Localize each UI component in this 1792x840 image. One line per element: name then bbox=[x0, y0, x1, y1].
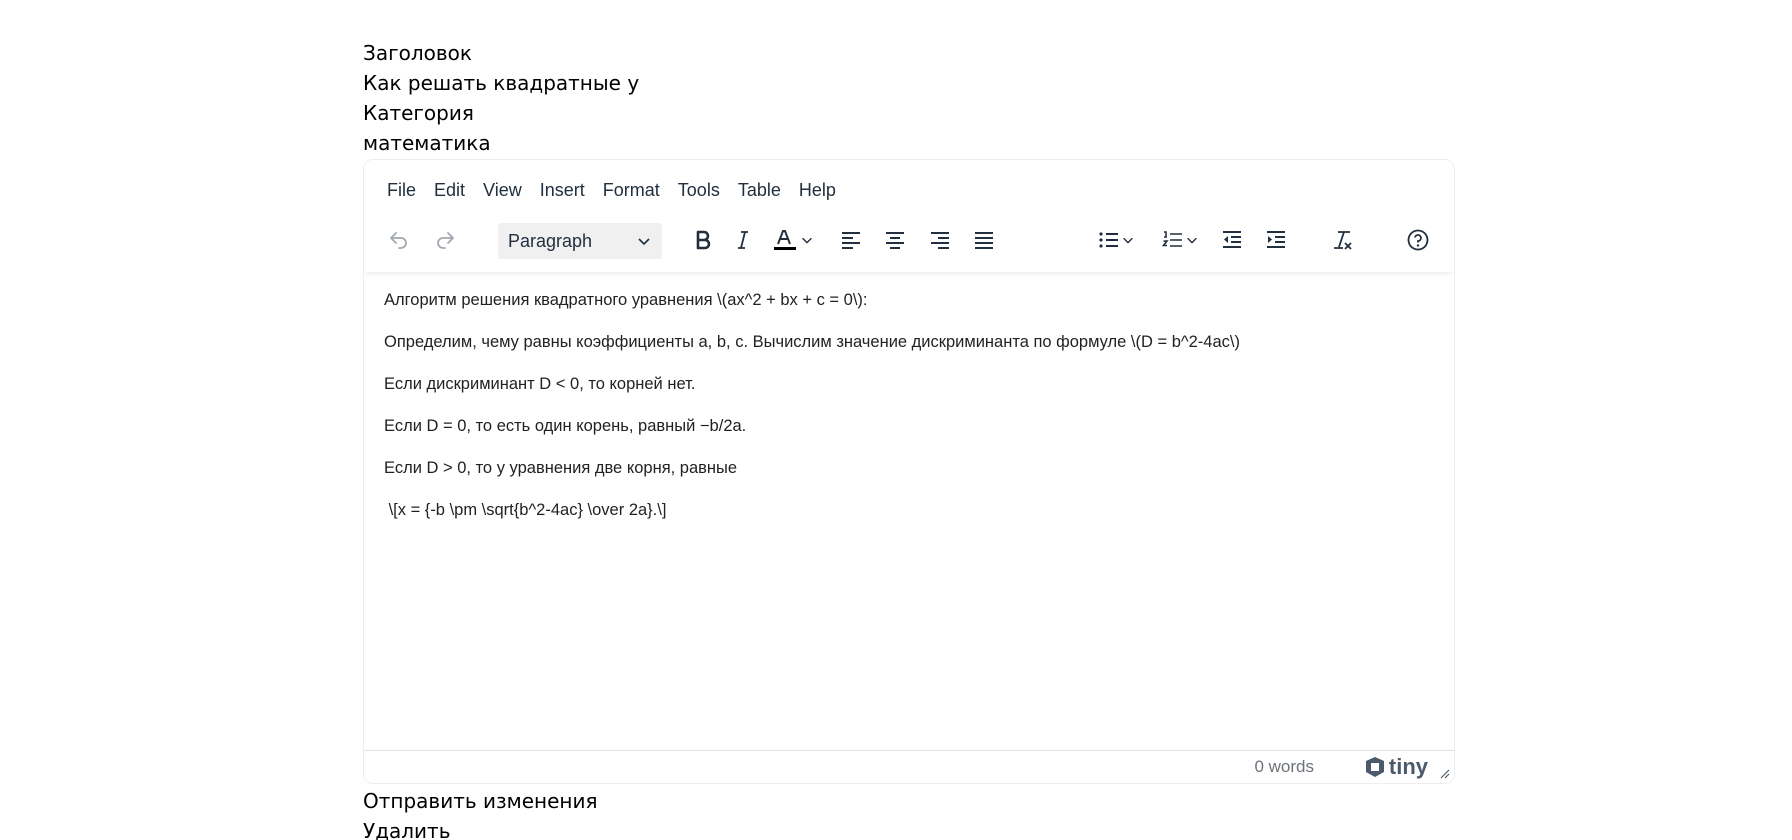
bold-button[interactable] bbox=[686, 223, 720, 257]
outdent-icon bbox=[1223, 231, 1241, 248]
title-label: Заголовок bbox=[363, 41, 472, 65]
form-actions: Отправить изменения Удалить bbox=[363, 786, 598, 840]
numbered-list-icon bbox=[1161, 231, 1182, 247]
indent-button[interactable] bbox=[1259, 223, 1293, 257]
chevron-down-icon bbox=[802, 237, 812, 244]
menubar: File Edit View Insert Format Tools Table… bbox=[364, 160, 1454, 213]
align-justify-icon bbox=[975, 232, 993, 249]
menu-format[interactable]: Format bbox=[595, 178, 668, 213]
italic-button[interactable] bbox=[726, 223, 760, 257]
category-label: Категория bbox=[363, 101, 474, 125]
align-center-icon bbox=[886, 232, 904, 249]
menu-edit[interactable]: Edit bbox=[426, 178, 473, 213]
help-icon bbox=[1407, 229, 1429, 251]
word-count[interactable]: 0 words bbox=[1254, 757, 1314, 777]
chevron-down-icon bbox=[1123, 237, 1133, 244]
align-center-button[interactable] bbox=[878, 223, 912, 257]
paragraph-5: Если D > 0, то у уравнения две корня, ра… bbox=[384, 459, 738, 477]
bullet-list-icon bbox=[1099, 232, 1118, 248]
status-bar: 0 words tiny bbox=[364, 750, 1454, 783]
menu-insert[interactable]: Insert bbox=[532, 178, 593, 213]
help-button[interactable] bbox=[1401, 223, 1435, 257]
paragraph-4: Если D = 0, то есть один корень, равный … bbox=[384, 417, 747, 435]
text-color-icon bbox=[774, 230, 796, 250]
align-right-button[interactable] bbox=[923, 223, 957, 257]
submit-changes-button[interactable]: Отправить изменения bbox=[363, 786, 598, 816]
align-right-icon bbox=[931, 232, 949, 249]
align-justify-button[interactable] bbox=[967, 223, 1001, 257]
chevron-down-icon bbox=[638, 238, 650, 246]
menu-file[interactable]: File bbox=[379, 178, 424, 213]
menu-help[interactable]: Help bbox=[791, 178, 844, 213]
title-input[interactable] bbox=[363, 68, 640, 98]
toolbar: Paragraph bbox=[364, 213, 1454, 271]
tiny-logo-icon bbox=[1365, 757, 1384, 777]
editor-content-area[interactable]: Алгоритм решения квадратного уравнения \… bbox=[364, 272, 1454, 750]
article-form: Заголовок Категория математика bbox=[363, 38, 1455, 158]
italic-icon bbox=[738, 231, 748, 249]
rich-text-editor: File Edit View Insert Format Tools Table… bbox=[363, 159, 1455, 784]
menu-view[interactable]: View bbox=[475, 178, 530, 213]
indent-icon bbox=[1267, 231, 1285, 248]
paragraph-2: Определим, чему равны коэффициенты a, b,… bbox=[384, 333, 1240, 351]
text-color-button[interactable] bbox=[767, 223, 819, 257]
delete-button[interactable]: Удалить bbox=[363, 816, 598, 840]
paragraph-3: Если дискриминант D < 0, то корней нет. bbox=[384, 375, 696, 393]
undo-icon bbox=[390, 232, 407, 249]
numbered-list-button[interactable] bbox=[1154, 223, 1206, 257]
resize-handle-icon[interactable] bbox=[1438, 767, 1450, 779]
clear-formatting-icon bbox=[1334, 231, 1352, 250]
tiny-brand-link[interactable]: tiny bbox=[1364, 754, 1428, 780]
menu-table[interactable]: Table bbox=[730, 178, 789, 213]
align-left-button[interactable] bbox=[834, 223, 868, 257]
brand-name: tiny bbox=[1388, 754, 1428, 779]
redo-button[interactable] bbox=[428, 223, 462, 257]
menu-tools[interactable]: Tools bbox=[670, 178, 728, 213]
category-select[interactable]: математика bbox=[363, 128, 1455, 158]
bold-icon bbox=[696, 230, 711, 250]
undo-button[interactable] bbox=[382, 223, 416, 257]
block-format-label: Paragraph bbox=[508, 230, 593, 251]
chevron-down-icon bbox=[1187, 237, 1197, 244]
redo-icon bbox=[437, 232, 454, 249]
editor-header: File Edit View Insert Format Tools Table… bbox=[364, 160, 1454, 272]
paragraph-6: \[x = {-b \pm \sqrt{b^2-4ac} \over 2a}.\… bbox=[384, 501, 667, 519]
align-left-icon bbox=[842, 232, 860, 249]
block-format-select[interactable]: Paragraph bbox=[498, 223, 662, 259]
paragraph-1: Алгоритм решения квадратного уравнения \… bbox=[384, 291, 868, 309]
outdent-button[interactable] bbox=[1215, 223, 1249, 257]
clear-formatting-button[interactable] bbox=[1325, 223, 1359, 257]
bullet-list-button[interactable] bbox=[1090, 223, 1142, 257]
